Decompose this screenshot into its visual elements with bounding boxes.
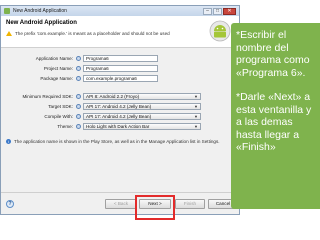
project-name-input[interactable]: Programa6	[83, 65, 158, 72]
android-logo-icon	[209, 20, 231, 42]
application-name-input[interactable]: Programa6	[83, 55, 158, 62]
package-name-input[interactable]: com.example.programa6	[83, 75, 158, 82]
package-name-row: Package Name: com.example.programa6	[6, 74, 234, 83]
theme-row: Theme: Holo Light with Dark Action Bar ▼	[6, 122, 234, 131]
target-sdk-select[interactable]: API 17: Android 4.2 (Jelly Bean) ▼	[83, 103, 201, 110]
info-icon	[76, 66, 81, 71]
project-name-label: Project Name:	[43, 66, 73, 71]
info-circle-icon: i	[6, 139, 11, 144]
minimize-icon[interactable]: –	[203, 7, 212, 15]
chevron-down-icon: ▼	[194, 104, 198, 109]
application-name-label: Application Name:	[35, 56, 73, 61]
instruction-step-2: *Darle «Next» a esta ventanilla y a las …	[236, 91, 312, 153]
compile-with-value: API 17: Android 4.2 (Jelly Bean)	[86, 114, 152, 119]
theme-select[interactable]: Holo Light with Dark Action Bar ▼	[83, 123, 201, 130]
compile-with-label: Compile With:	[44, 114, 73, 119]
wizard-header: New Android Application The prefix 'com.…	[1, 16, 239, 48]
min-sdk-label: Minimum Required SDK:	[22, 94, 73, 99]
info-icon	[76, 94, 81, 99]
window-titlebar: New Android Application – □ ✕	[1, 6, 239, 16]
chevron-down-icon: ▼	[194, 94, 198, 99]
project-name-row: Project Name: Programa6	[6, 64, 234, 73]
help-button[interactable]: ?	[6, 200, 14, 208]
hint-text: The application name is shown in the Pla…	[14, 139, 220, 144]
warning-text: The prefix 'com.example.' is meant as a …	[15, 31, 170, 36]
back-button[interactable]: < Back	[105, 199, 137, 209]
hint-message: i The application name is shown in the P…	[1, 139, 239, 144]
package-name-label: Package Name:	[40, 76, 73, 81]
eclipse-app-icon	[4, 8, 10, 14]
target-sdk-row: Target SDK: API 17: Android 4.2 (Jelly B…	[6, 102, 234, 111]
info-icon	[76, 104, 81, 109]
maximize-icon[interactable]: □	[213, 7, 222, 15]
chevron-down-icon: ▼	[194, 114, 198, 119]
instruction-step-1: *Escribir el nombre del programa como «P…	[236, 29, 310, 79]
next-button-highlight	[135, 195, 175, 220]
application-form: Application Name: Programa6 Project Name…	[1, 48, 239, 131]
chevron-down-icon: ▼	[194, 124, 198, 129]
info-icon	[76, 114, 81, 119]
info-icon	[76, 56, 81, 61]
new-android-application-dialog: New Android Application – □ ✕ New Androi…	[0, 5, 240, 220]
min-sdk-select[interactable]: API 8: Android 2.2 (Froyo) ▼	[83, 93, 201, 100]
theme-value: Holo Light with Dark Action Bar	[86, 124, 150, 129]
window-title: New Android Application	[13, 8, 67, 14]
min-sdk-row: Minimum Required SDK: API 8: Android 2.2…	[6, 92, 234, 101]
theme-label: Theme:	[57, 124, 73, 129]
application-name-row: Application Name: Programa6	[6, 54, 234, 63]
page-title: New Android Application	[6, 20, 77, 26]
target-sdk-label: Target SDK:	[48, 104, 73, 109]
window-controls: – □ ✕	[203, 7, 236, 15]
compile-with-select[interactable]: API 17: Android 4.2 (Jelly Bean) ▼	[83, 113, 201, 120]
warning-icon	[6, 31, 12, 36]
info-icon	[76, 76, 81, 81]
info-icon	[76, 124, 81, 129]
min-sdk-value: API 8: Android 2.2 (Froyo)	[86, 94, 140, 99]
wizard-footer: ? < Back Next > Finish Cancel	[1, 192, 239, 220]
target-sdk-value: API 17: Android 4.2 (Jelly Bean)	[86, 104, 152, 109]
warning-message: The prefix 'com.example.' is meant as a …	[6, 31, 234, 36]
compile-with-row: Compile With: API 17: Android 4.2 (Jelly…	[6, 112, 234, 121]
close-icon[interactable]: ✕	[223, 7, 236, 15]
instructions-panel: *Escribir el nombre del programa como «P…	[231, 23, 320, 209]
finish-button[interactable]: Finish	[175, 199, 205, 209]
